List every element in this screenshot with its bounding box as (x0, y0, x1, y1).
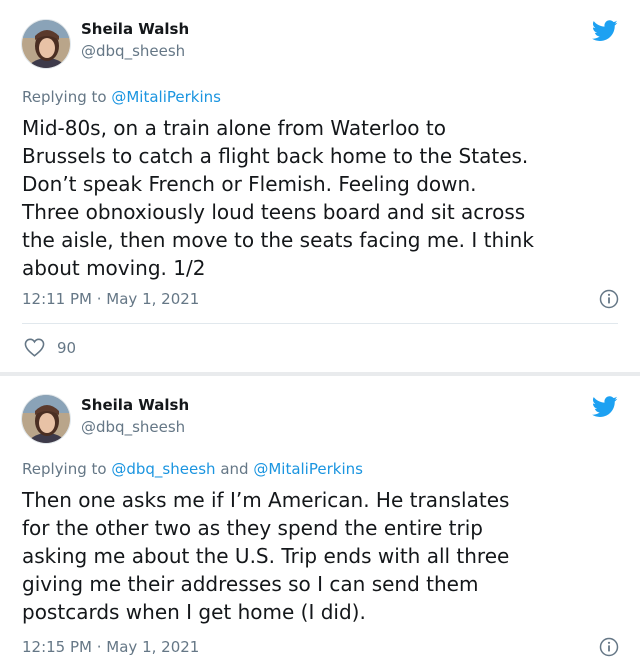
tweet-card: Sheila Walsh @dbq_sheesh Replying to @db… (0, 376, 640, 671)
avatar[interactable] (21, 19, 71, 69)
replying-to: Replying to @MitaliPerkins (22, 88, 221, 106)
replying-to: Replying to @dbq_sheesh and @MitaliPerki… (22, 460, 363, 478)
tweet-text: Then one asks me if I’m American. He tra… (22, 488, 510, 624)
author-name[interactable]: Sheila Walsh (81, 396, 189, 414)
author-handle[interactable]: @dbq_sheesh (81, 418, 185, 436)
tweet-text: Mid-80s, on a train alone from Waterloo … (22, 116, 534, 280)
twitter-bird-icon[interactable] (591, 396, 618, 422)
info-icon[interactable] (599, 637, 619, 661)
heart-icon[interactable] (24, 338, 45, 357)
author-handle[interactable]: @dbq_sheesh (81, 42, 185, 60)
author-name[interactable]: Sheila Walsh (81, 20, 189, 38)
divider (22, 323, 618, 324)
like-count: 90 (57, 338, 77, 357)
replying-joiner: and (220, 460, 249, 478)
like-button[interactable]: 90 (24, 338, 76, 357)
twitter-bird-icon[interactable] (591, 20, 618, 46)
mention-link[interactable]: @dbq_sheesh (111, 460, 215, 478)
tweet-card: Sheila Walsh @dbq_sheesh Replying to @Mi… (0, 0, 640, 372)
replying-prefix: Replying to (22, 460, 107, 478)
tweet-timestamp[interactable]: 12:11 PM · May 1, 2021 (22, 290, 199, 308)
avatar[interactable] (21, 394, 71, 444)
mention-link[interactable]: @MitaliPerkins (111, 88, 221, 106)
replying-prefix: Replying to (22, 88, 107, 106)
tweet-timestamp[interactable]: 12:15 PM · May 1, 2021 (22, 638, 199, 656)
mention-link[interactable]: @MitaliPerkins (253, 460, 363, 478)
info-icon[interactable] (599, 289, 619, 313)
